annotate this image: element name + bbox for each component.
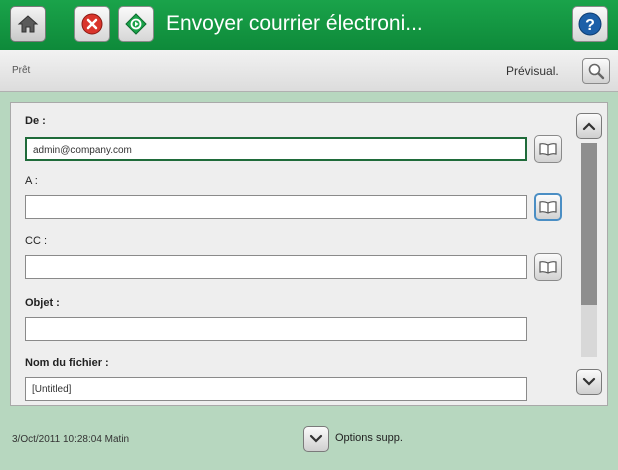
page-title: Envoyer courrier électroni... xyxy=(166,12,423,35)
more-options-label: Options supp. xyxy=(335,432,403,444)
help-icon: ? xyxy=(578,12,602,36)
title-bar: Envoyer courrier électroni... ? xyxy=(0,0,618,50)
datetime-display: 3/Oct/2011 10:28:04 Matin xyxy=(12,434,130,445)
home-icon xyxy=(17,15,39,33)
help-button[interactable]: ? xyxy=(572,6,608,42)
chevron-down-icon xyxy=(582,377,596,386)
scrollbar-thumb[interactable] xyxy=(581,143,597,305)
stop-icon xyxy=(81,13,103,35)
more-options-button[interactable] xyxy=(303,426,329,452)
preview-button[interactable] xyxy=(582,58,610,84)
preview-label: Prévisual. xyxy=(506,64,559,78)
main-area: De : admin@company.com A : CC : Objet : xyxy=(0,92,618,470)
stop-button[interactable] xyxy=(74,6,110,42)
start-button[interactable] xyxy=(118,6,154,42)
filename-label: Nom du fichier : xyxy=(25,357,109,369)
filename-field[interactable]: [Untitled] xyxy=(25,377,527,401)
svg-text:?: ? xyxy=(585,17,595,34)
status-bar: Prêt Prévisual. xyxy=(0,50,618,92)
chevron-down-icon xyxy=(309,434,323,443)
from-label: De : xyxy=(25,115,46,127)
home-button[interactable] xyxy=(10,6,46,42)
from-field[interactable]: admin@company.com xyxy=(25,137,527,161)
to-label: A : xyxy=(25,175,38,187)
address-book-icon xyxy=(539,201,557,214)
subject-field[interactable] xyxy=(25,317,527,341)
chevron-up-icon xyxy=(582,122,596,131)
cc-label: CC : xyxy=(25,235,47,247)
cc-field[interactable] xyxy=(25,255,527,279)
cc-address-book-button[interactable] xyxy=(534,253,562,281)
start-icon xyxy=(125,13,147,35)
to-field[interactable] xyxy=(25,195,527,219)
address-book-icon xyxy=(539,261,557,274)
to-address-book-button[interactable] xyxy=(534,193,562,221)
email-form: De : admin@company.com A : CC : Objet : xyxy=(10,102,608,406)
from-address-book-button[interactable] xyxy=(534,135,562,163)
scrollbar-track[interactable] xyxy=(581,143,597,357)
address-book-icon xyxy=(539,143,557,156)
status-text: Prêt xyxy=(12,65,31,76)
scroll-down-button[interactable] xyxy=(576,369,602,395)
scroll-up-button[interactable] xyxy=(576,113,602,139)
magnifier-icon xyxy=(588,63,605,80)
subject-label: Objet : xyxy=(25,297,60,309)
